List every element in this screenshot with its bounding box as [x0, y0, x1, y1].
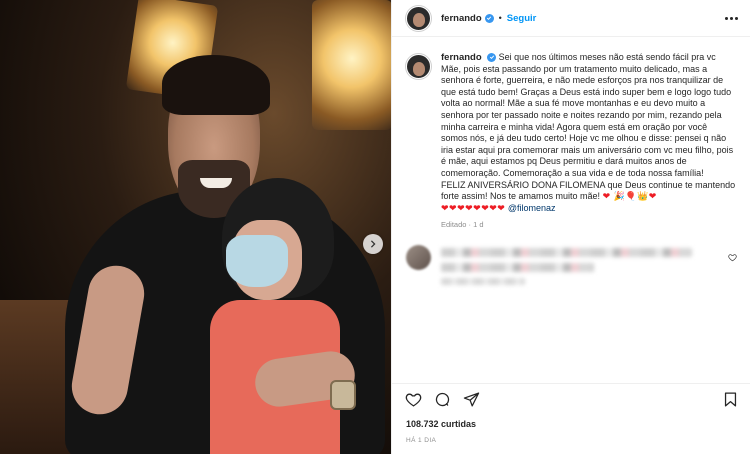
avatar[interactable] [406, 5, 431, 31]
heart-icon[interactable] [404, 391, 422, 409]
caption: fernando Sei que nos últimos meses não e… [406, 52, 737, 214]
comment-like-heart-icon[interactable] [728, 253, 737, 264]
blurred-comment-text [441, 245, 720, 291]
avatar-face [412, 61, 425, 76]
man-hair [162, 55, 270, 115]
avatar [406, 245, 431, 271]
post-photo[interactable] [0, 0, 391, 454]
more-options-icon[interactable] [725, 16, 738, 20]
share-icon[interactable] [462, 391, 480, 409]
username-link[interactable]: fernando [441, 13, 482, 24]
wristwatch [330, 380, 356, 410]
likes-count[interactable]: 108.732 curtidas [406, 419, 476, 429]
avatar[interactable] [406, 54, 431, 79]
caption-body-text-2: FELIZ ANIVERSÁRIO DONA FILOMENA que Deus… [441, 179, 736, 202]
pendant-lamp-right [312, 0, 391, 130]
caption-emojis: ❤ 🎉🎈👑❤ [602, 191, 657, 202]
action-bar [392, 383, 750, 415]
comment-blurred [406, 245, 737, 291]
edited-age: 1 d [473, 220, 484, 230]
caption-text: fernando Sei que nos últimos meses não e… [441, 52, 736, 214]
verified-badge-icon [487, 52, 497, 62]
avatar-face [412, 13, 425, 27]
comments-area[interactable]: fernando Sei que nos últimos meses não e… [392, 38, 750, 381]
edited-dot: · [468, 220, 472, 230]
caption-body-text: Sei que nos últimos meses não está sendo… [441, 52, 734, 178]
post-header: fernando • Seguir [392, 0, 750, 37]
man-smile [200, 178, 232, 188]
chevron-right-icon [370, 240, 376, 248]
carousel-next-button[interactable] [363, 234, 383, 254]
comment-icon[interactable] [433, 391, 451, 409]
post-sidebar: fernando • Seguir fernando Sei que nos ú… [391, 0, 750, 454]
caption-username[interactable]: fernando [441, 52, 482, 63]
bookmark-icon[interactable] [721, 391, 739, 409]
edited-label: Editado [441, 220, 467, 230]
post-time[interactable]: HÁ 1 DIA [406, 437, 436, 444]
caption-hearts: ❤❤❤❤❤❤❤❤ [441, 202, 506, 213]
verified-badge-icon [484, 13, 494, 23]
face-mask [226, 235, 288, 287]
mention-link[interactable]: @filomenaz [508, 203, 556, 213]
separator-dot: • [498, 13, 502, 23]
follow-button[interactable]: Seguir [507, 13, 537, 24]
edited-meta: Editado · 1 d [441, 220, 737, 229]
